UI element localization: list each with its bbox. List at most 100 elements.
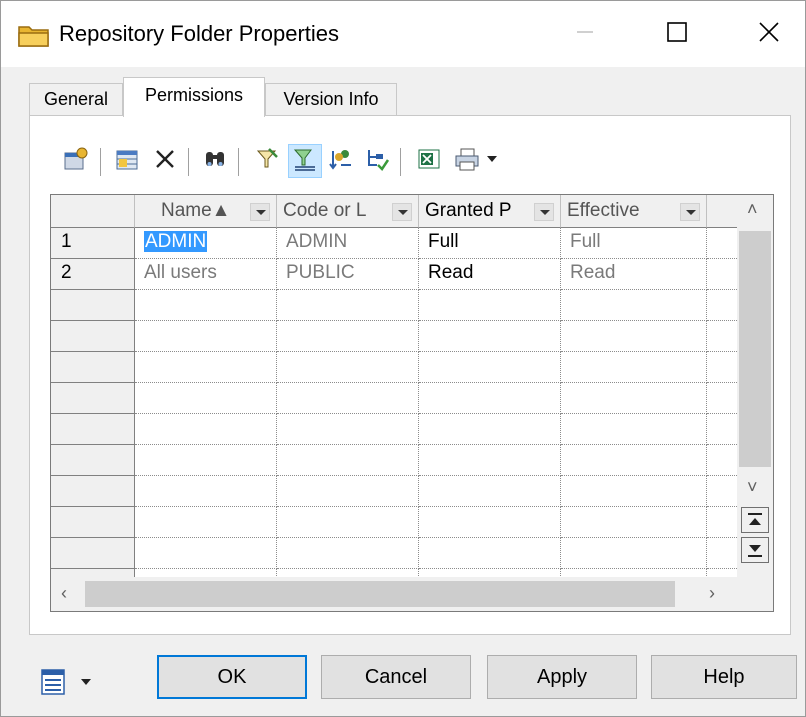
horizontal-scrollbar[interactable]: ‹ › bbox=[51, 577, 737, 611]
grid-cell[interactable] bbox=[561, 383, 707, 414]
cell-name[interactable]: ADMIN bbox=[135, 228, 277, 259]
scroll-down-icon[interactable]: ˅ bbox=[747, 477, 758, 498]
scroll-page-up-button[interactable] bbox=[741, 507, 769, 533]
cell-code[interactable]: PUBLIC bbox=[277, 259, 419, 290]
row-header[interactable] bbox=[51, 352, 135, 383]
table-row-empty[interactable] bbox=[51, 569, 737, 577]
grid-cell[interactable] bbox=[561, 476, 707, 507]
table-row-empty[interactable] bbox=[51, 414, 737, 445]
grid-cell[interactable] bbox=[561, 290, 707, 321]
column-header-code[interactable]: Code or L bbox=[277, 195, 419, 228]
cell-granted[interactable]: Full bbox=[419, 228, 561, 259]
filter-button[interactable] bbox=[250, 144, 284, 178]
row-header[interactable] bbox=[51, 507, 135, 538]
grid-cell[interactable] bbox=[135, 538, 277, 569]
table-row-empty[interactable] bbox=[51, 538, 737, 569]
column-filter-dropdown-icon[interactable] bbox=[680, 203, 700, 221]
help-button[interactable]: Help bbox=[651, 655, 797, 699]
tab-permissions[interactable]: Permissions bbox=[123, 77, 265, 117]
grid-cell[interactable] bbox=[135, 321, 277, 352]
grid-cell[interactable] bbox=[277, 476, 419, 507]
grid-cell[interactable] bbox=[277, 507, 419, 538]
table-row-empty[interactable] bbox=[51, 352, 737, 383]
tab-version-info[interactable]: Version Info bbox=[265, 83, 397, 115]
grid-cell[interactable] bbox=[277, 538, 419, 569]
cell-code[interactable]: ADMIN bbox=[277, 228, 419, 259]
properties-button[interactable] bbox=[58, 144, 92, 178]
grid-cell[interactable] bbox=[135, 476, 277, 507]
cell-effective[interactable]: Read bbox=[561, 259, 707, 290]
scroll-page-down-button[interactable] bbox=[741, 537, 769, 563]
grid-cell[interactable] bbox=[561, 445, 707, 476]
row-header[interactable] bbox=[51, 383, 135, 414]
scroll-left-icon[interactable]: ‹ bbox=[61, 583, 67, 604]
ok-button[interactable]: OK bbox=[157, 655, 307, 699]
grid-cell[interactable] bbox=[561, 352, 707, 383]
grid-cell[interactable] bbox=[419, 352, 561, 383]
grid-cell[interactable] bbox=[419, 321, 561, 352]
grid-corner-header[interactable] bbox=[51, 195, 135, 228]
apply-button[interactable]: Apply bbox=[487, 655, 637, 699]
cancel-button[interactable]: Cancel bbox=[321, 655, 471, 699]
grid-cell[interactable] bbox=[277, 445, 419, 476]
row-number[interactable]: 2 bbox=[51, 259, 135, 290]
table-row-empty[interactable] bbox=[51, 507, 737, 538]
cell-effective[interactable]: Full bbox=[561, 228, 707, 259]
column-header-granted[interactable]: Granted P bbox=[419, 195, 561, 228]
row-header[interactable] bbox=[51, 290, 135, 321]
column-filter-dropdown-icon[interactable] bbox=[392, 203, 412, 221]
row-number[interactable]: 1 bbox=[51, 228, 135, 259]
grid-cell[interactable] bbox=[277, 414, 419, 445]
row-header[interactable] bbox=[51, 476, 135, 507]
column-filter-dropdown-icon[interactable] bbox=[534, 203, 554, 221]
table-row-empty[interactable] bbox=[51, 383, 737, 414]
delete-button[interactable] bbox=[148, 144, 182, 178]
grid-cell[interactable] bbox=[135, 414, 277, 445]
add-rows-button[interactable] bbox=[110, 144, 144, 178]
grid-cell[interactable] bbox=[277, 352, 419, 383]
row-header[interactable] bbox=[51, 538, 135, 569]
grid-cell[interactable] bbox=[419, 569, 561, 577]
vertical-scrollbar[interactable]: ˄ ˅ bbox=[737, 195, 773, 577]
cell-granted[interactable]: Read bbox=[419, 259, 561, 290]
grid-cell[interactable] bbox=[419, 414, 561, 445]
table-row[interactable]: 1 ADMIN ADMIN Full Full bbox=[51, 228, 737, 259]
row-header[interactable] bbox=[51, 445, 135, 476]
grid-cell[interactable] bbox=[277, 290, 419, 321]
column-header-name[interactable]: Name▲ bbox=[135, 195, 277, 228]
table-row-empty[interactable] bbox=[51, 321, 737, 352]
table-row-empty[interactable] bbox=[51, 290, 737, 321]
tab-general[interactable]: General bbox=[29, 83, 123, 115]
row-header[interactable] bbox=[51, 569, 135, 577]
table-row[interactable]: 2 All users PUBLIC Read Read bbox=[51, 259, 737, 290]
table-row-empty[interactable] bbox=[51, 445, 737, 476]
grid-cell[interactable] bbox=[561, 507, 707, 538]
find-button[interactable] bbox=[198, 144, 232, 178]
scroll-right-icon[interactable]: › bbox=[709, 583, 715, 604]
grid-cell[interactable] bbox=[277, 569, 419, 577]
row-header[interactable] bbox=[51, 414, 135, 445]
grid-cell[interactable] bbox=[135, 383, 277, 414]
grid-cell[interactable] bbox=[135, 290, 277, 321]
title-bar[interactable]: Repository Folder Properties bbox=[1, 1, 805, 67]
vertical-scroll-thumb[interactable] bbox=[739, 231, 771, 467]
export-tree-button[interactable] bbox=[360, 144, 394, 178]
filter-active-button[interactable] bbox=[288, 144, 322, 178]
grid-cell[interactable] bbox=[561, 321, 707, 352]
excel-export-button[interactable] bbox=[412, 144, 446, 178]
print-button[interactable] bbox=[450, 144, 484, 178]
list-options-button[interactable] bbox=[39, 667, 99, 697]
table-row-empty[interactable] bbox=[51, 476, 737, 507]
grid-cell[interactable] bbox=[419, 383, 561, 414]
grid-cell[interactable] bbox=[419, 538, 561, 569]
row-header[interactable] bbox=[51, 321, 135, 352]
grid-cell[interactable] bbox=[561, 414, 707, 445]
grid-cell[interactable] bbox=[277, 321, 419, 352]
column-header-effective[interactable]: Effective bbox=[561, 195, 707, 228]
minimize-button[interactable] bbox=[539, 1, 631, 67]
grid-cell[interactable] bbox=[419, 445, 561, 476]
close-button[interactable] bbox=[723, 1, 806, 67]
grid-cell[interactable] bbox=[419, 476, 561, 507]
grid-cell[interactable] bbox=[419, 507, 561, 538]
grid-cell[interactable] bbox=[561, 569, 707, 577]
